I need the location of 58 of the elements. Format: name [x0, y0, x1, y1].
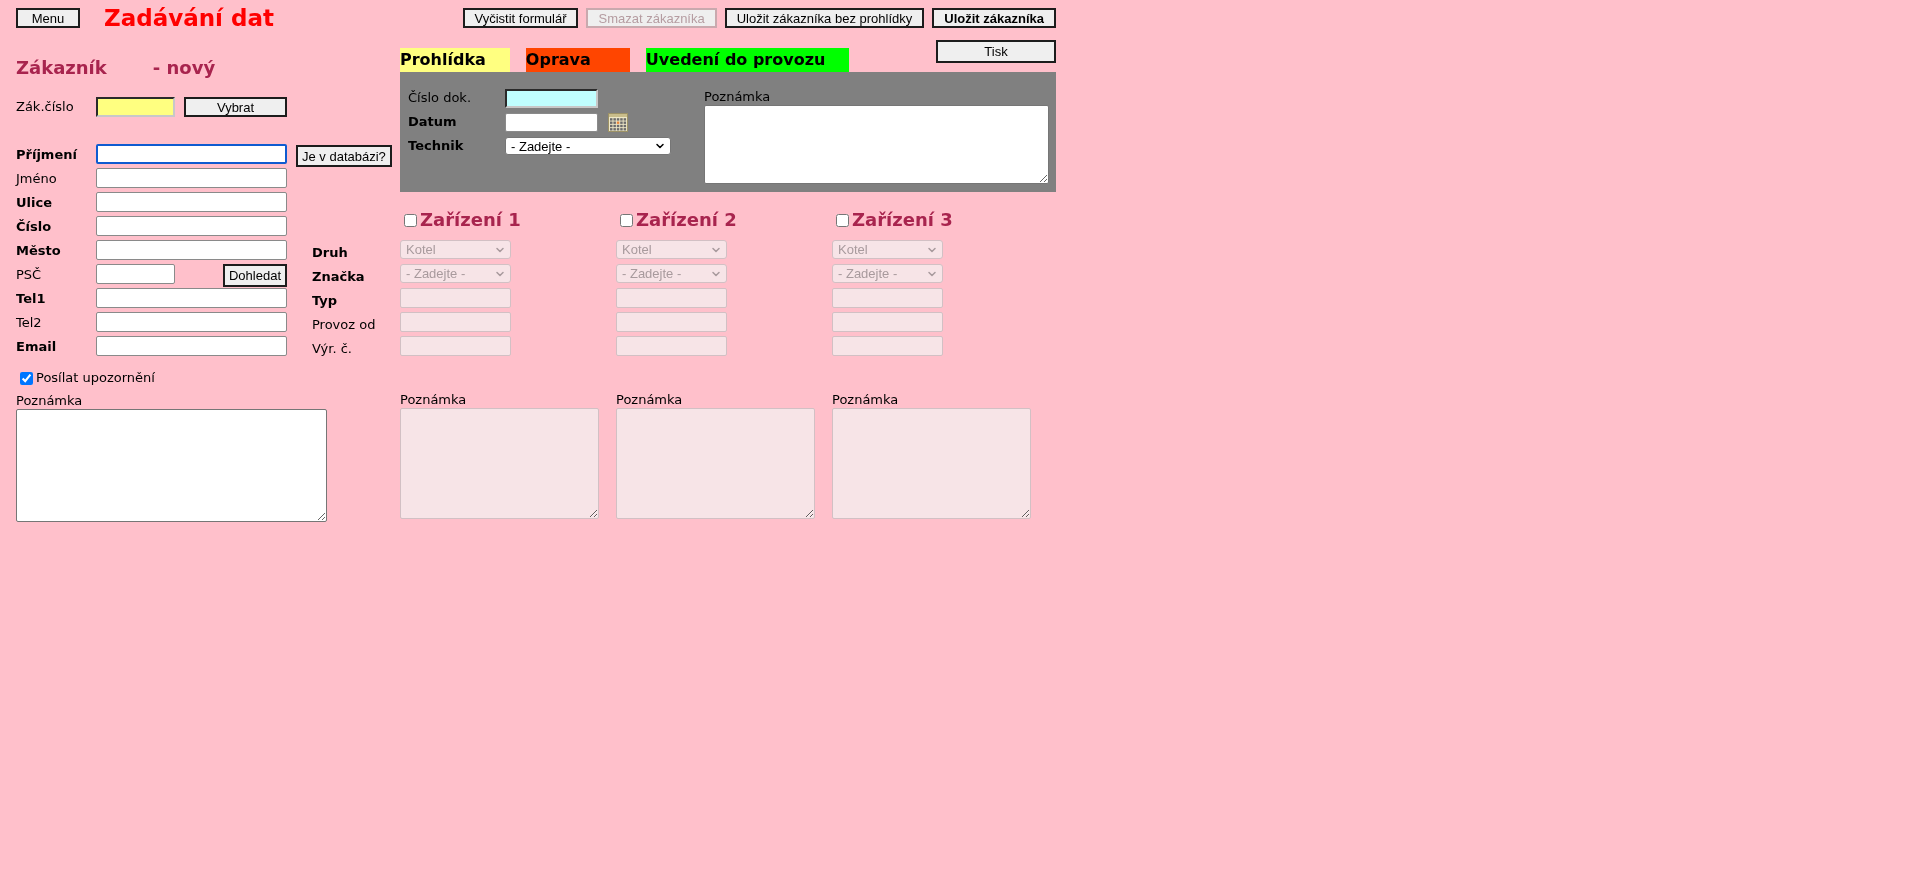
field-label: Ulice [16, 195, 52, 211]
field-label: Datum [408, 114, 457, 130]
field-label: Zák.číslo [16, 99, 74, 115]
section-heading: Zákazník [16, 57, 107, 79]
device-title: Zařízení 2 [636, 209, 737, 231]
action-button[interactable]: Vyčistit formulář [462, 8, 579, 28]
field-label: Poznámka [832, 392, 899, 408]
field-label: Město [16, 243, 61, 259]
customer-number-input[interactable] [96, 97, 175, 117]
field-label: Příjmení [16, 147, 77, 163]
field-label: Poznámka [16, 393, 83, 409]
field-label: PSČ [16, 267, 42, 283]
print-button[interactable]: Tisk [936, 40, 1056, 63]
text-input[interactable] [96, 312, 287, 332]
field-label: Typ [312, 293, 338, 309]
tab[interactable]: Oprava [525, 48, 630, 72]
device-title: Zařízení 1 [420, 209, 521, 231]
field-label: Druh [312, 245, 348, 261]
page-title: Zadávání dat [104, 7, 274, 29]
checkbox[interactable] [20, 371, 33, 385]
field-label: Poznámka [704, 89, 772, 105]
field-label: Značka [312, 269, 365, 285]
field-label: Tel2 [16, 315, 42, 331]
status-label: - nový [152, 57, 216, 79]
text-input[interactable] [96, 288, 287, 308]
document-number-input[interactable] [505, 88, 598, 108]
text-input[interactable] [96, 144, 287, 164]
note-textarea[interactable] [16, 409, 327, 522]
field-label: Email [16, 339, 57, 355]
tab[interactable]: Prohlídka [400, 48, 510, 72]
field-label: Tel1 [16, 291, 46, 307]
dropdown[interactable]: - Zadejte - [505, 137, 671, 155]
text-input[interactable] [96, 240, 287, 260]
text-input[interactable] [96, 192, 287, 212]
field-label: Technik [408, 138, 464, 154]
field-label: Provoz od [312, 317, 376, 333]
text-input[interactable] [96, 264, 175, 284]
note-textarea[interactable] [704, 105, 1049, 184]
field-label: Číslo [16, 219, 52, 235]
field-label: Jméno [16, 171, 57, 187]
select-button[interactable]: Vybrat [184, 97, 287, 117]
action-button[interactable]: Uložit zákazníka [932, 8, 1056, 28]
date-input[interactable] [505, 112, 598, 132]
menu-button[interactable]: Menu [16, 8, 80, 28]
field-label: Číslo dok. [408, 90, 472, 106]
field-label: Výr. č. [312, 341, 352, 357]
text-input[interactable] [96, 216, 287, 236]
checkbox-label: Posílat upozornění [36, 370, 155, 386]
tab[interactable]: Uvedení do provozu [645, 48, 850, 72]
text-input[interactable] [96, 336, 287, 356]
text-input[interactable] [96, 168, 287, 188]
lookup-button[interactable]: Dohledat [222, 264, 287, 287]
action-button[interactable]: Uložit zákazníka bez prohlídky [724, 8, 925, 28]
check-button[interactable]: Je v databázi? [296, 145, 392, 167]
device-title: Zařízení 3 [852, 209, 953, 231]
calendar-icon[interactable] [608, 112, 628, 132]
field-label: Poznámka [400, 392, 467, 408]
field-label: Poznámka [616, 392, 683, 408]
